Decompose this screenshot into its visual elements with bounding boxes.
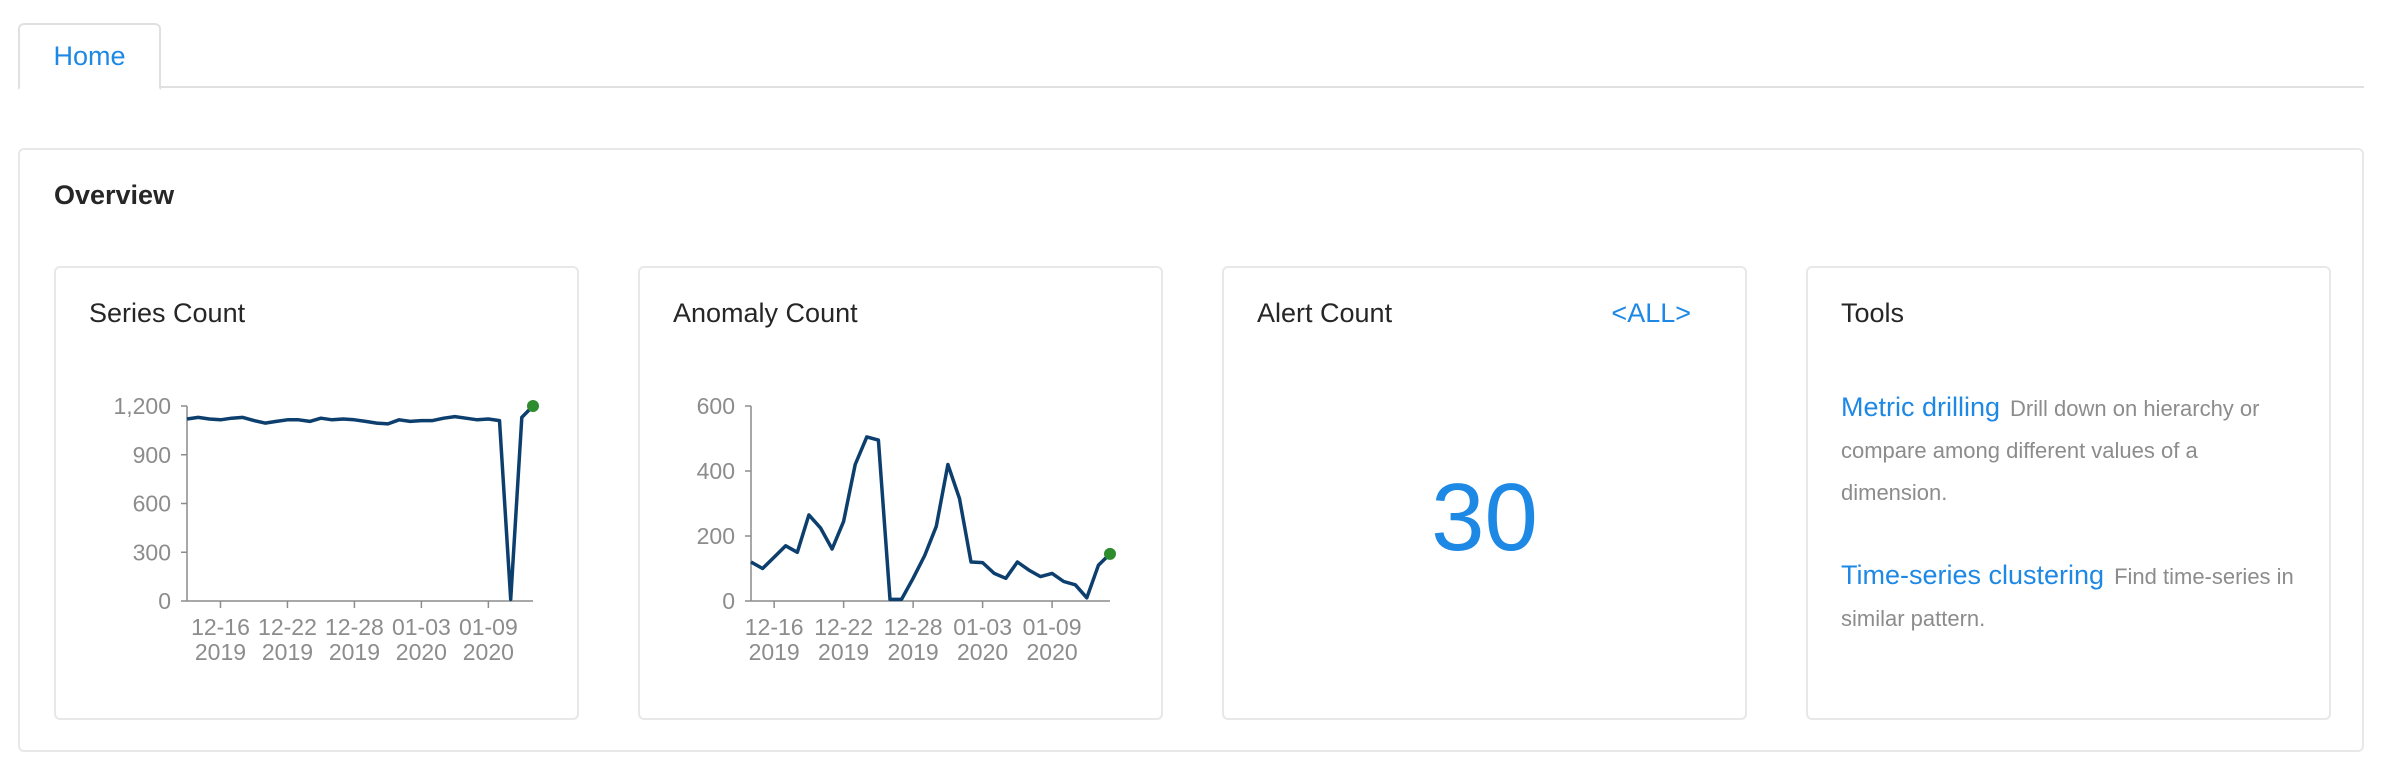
metric-drilling-link[interactable]: Metric drilling <box>1841 392 2000 422</box>
x-tick-label: 12-22 <box>814 614 873 640</box>
alert-count-title: Alert Count <box>1257 298 1393 328</box>
y-tick-label: 300 <box>133 539 171 565</box>
tab-bar: Home <box>18 23 2364 90</box>
y-tick-label: 900 <box>133 442 171 468</box>
y-tick-label: 400 <box>697 458 735 484</box>
latest-point-marker[interactable] <box>527 400 539 412</box>
series-count-chart: 03006009001,20012-16201912-22201912-2820… <box>113 393 539 665</box>
series-count-card: Series Count 0 300 600 900 1,200 12-16 2019 12-… <box>54 266 579 720</box>
latest-point-marker[interactable] <box>1104 547 1116 560</box>
x-tick-label: 12-28 <box>884 614 943 640</box>
x-tick-label: 12-22 <box>258 614 317 640</box>
y-tick-label: 1,200 <box>113 393 171 419</box>
x-tick-label: 01-03 <box>392 614 451 640</box>
x-tick-year-label: 2019 <box>329 639 380 665</box>
x-tick-year-label: 2020 <box>396 639 447 665</box>
series-line <box>186 404 535 602</box>
x-tick-year-label: 2019 <box>818 639 869 665</box>
x-tick-year-label: 2020 <box>463 639 514 665</box>
y-tick-label: 200 <box>697 523 735 549</box>
tools-card: Tools Metric drilling Drill down on hiera… <box>1806 266 2331 720</box>
x-tick-label: 12-16 <box>745 614 804 640</box>
x-tick-label: 12-16 <box>191 614 250 640</box>
y-tick-label: 0 <box>722 588 735 614</box>
y-tick-label: 0 <box>158 588 171 614</box>
alert-count-value: 30 <box>1431 464 1538 571</box>
alert-filter-all-link[interactable]: <ALL> <box>1611 298 1691 329</box>
x-tick-label: 12-28 <box>325 614 384 640</box>
x-tick-label: 01-03 <box>953 614 1012 640</box>
series-line <box>750 435 1112 602</box>
tool-metric-drilling: Metric drilling Drill down on hierarchy o… <box>1841 386 2301 514</box>
anomaly-count-card: Anomaly Count 0 200 400 600 12-16 2019 12-22 20… <box>638 266 1163 720</box>
tab-home[interactable]: Home <box>18 23 161 90</box>
x-tick-label: 01-09 <box>1023 614 1082 640</box>
x-tick-year-label: 2019 <box>888 639 939 665</box>
x-tick-year-label: 2019 <box>195 639 246 665</box>
alert-count-card: Alert Count <ALL> 30 <box>1222 266 1747 720</box>
overview-panel: Overview Series Count 0 300 600 900 1,200 12-… <box>18 148 2364 752</box>
overview-title: Overview <box>54 180 175 210</box>
anomaly-count-chart: 020040060012-16201912-22201912-28201901-… <box>697 393 1116 665</box>
y-tick-label: 600 <box>697 393 735 419</box>
x-tick-year-label: 2020 <box>1027 639 1078 665</box>
tools-title: Tools <box>1841 298 1905 328</box>
y-tick-label: 600 <box>133 491 171 517</box>
tool-time-series-clustering: Time-series clustering Find time-series i… <box>1841 554 2301 640</box>
x-tick-year-label: 2020 <box>957 639 1008 665</box>
time-series-clustering-link[interactable]: Time-series clustering <box>1841 560 2104 590</box>
x-tick-label: 01-09 <box>459 614 518 640</box>
x-tick-year-label: 2019 <box>749 639 800 665</box>
x-tick-year-label: 2019 <box>262 639 313 665</box>
